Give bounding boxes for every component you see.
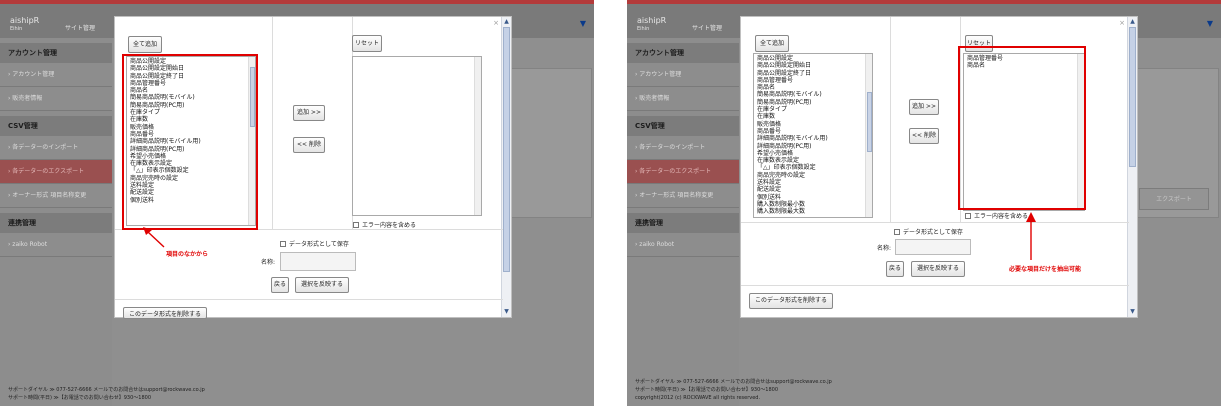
list-scrollbar[interactable] [865, 54, 872, 217]
list-item[interactable]: 購入数制限最大数 [757, 208, 869, 215]
highlight-box [122, 54, 258, 230]
sidebar-item-import[interactable]: › 各データーのインポート [627, 136, 739, 160]
highlight-box [958, 46, 1086, 210]
include-errors-checkbox[interactable]: エラー内容を含める [965, 211, 1028, 220]
dialog-scrollbar[interactable]: ▲ ▼ [1127, 17, 1137, 317]
name-label: 名称: [261, 259, 276, 266]
scroll-up-icon[interactable]: ▲ [1129, 18, 1136, 26]
selected-items [353, 57, 481, 59]
sidebar-section-account: アカウント管理 [627, 43, 739, 63]
save-format-checkbox[interactable]: データ形式として保存 [280, 239, 349, 248]
sidebar: アカウント管理 › アカウント管理 › 販売者情報 CSV管理 › 各データーの… [0, 38, 112, 406]
app-logo: aishipR Eihin [10, 16, 40, 32]
divider [741, 285, 1129, 286]
close-icon[interactable]: × [493, 19, 499, 27]
divider [741, 222, 1129, 223]
scroll-thumb[interactable] [503, 27, 510, 272]
sidebar-item-export[interactable]: › 各データーのエクスポート [627, 160, 739, 184]
footer-support-hours: サポート時間(平日) ≫【お電話でのお問い合わせ】930～1800 [8, 395, 151, 401]
available-items: 商品公開設定 商品公開設定開始日 商品公開設定終了日 商品管理番号 商品名 簡易商品説明(… [754, 54, 872, 217]
screenshot-before: aishipR Eihin サイト管理 ▼ アカウント管理 › アカウント管理 ›… [0, 0, 594, 406]
selected-items-list[interactable] [352, 56, 482, 216]
add-all-button[interactable]: 全て追加 [128, 36, 162, 53]
footer: サポートダイヤル ≫ 077-527-6666 メールでのお問合せはsuppor… [635, 378, 832, 402]
divider [115, 299, 503, 300]
dialog-scrollbar[interactable]: ▲ ▼ [501, 17, 511, 317]
transfer-column [891, 17, 961, 222]
sidebar-item-export[interactable]: › 各データーのエクスポート [0, 160, 112, 184]
close-icon[interactable]: × [1119, 19, 1125, 27]
list-item[interactable]: 「△」印表示個数設定 [757, 164, 869, 171]
annotation-text: 項目のなかから [166, 251, 209, 258]
sidebar-item-zaiko[interactable]: › zaiko Robot [627, 233, 739, 257]
scroll-up-icon[interactable]: ▲ [503, 18, 510, 26]
apply-button[interactable]: 選択を反映する [911, 261, 965, 277]
sidebar-section-csv: CSV管理 [0, 116, 112, 136]
sidebar-item-seller[interactable]: › 販売者情報 [0, 87, 112, 111]
list-item[interactable]: 販売価格 [757, 121, 869, 128]
available-items-list[interactable]: 商品公開設定 商品公開設定開始日 商品公開設定終了日 商品管理番号 商品名 簡易商品説明(… [753, 53, 873, 218]
back-button[interactable]: 戻る [271, 277, 289, 293]
sidebar-item-seller[interactable]: › 販売者情報 [627, 87, 739, 111]
app-logo: aishipR Eihin [637, 16, 667, 32]
list-item[interactable]: 簡易商品説明(モバイル) [757, 91, 869, 98]
list-scrollbar[interactable] [474, 57, 481, 215]
footer-support-dial: サポートダイヤル ≫ 077-527-6666 メールでのお問合せはsuppor… [635, 379, 832, 385]
list-item[interactable]: 商品公開設定開始日 [757, 62, 869, 69]
list-item[interactable]: 簡易商品説明(PC用) [757, 99, 869, 106]
apply-button[interactable]: 選択を反映する [295, 277, 349, 293]
add-all-button[interactable]: 全て追加 [755, 35, 789, 52]
sidebar-item-zaiko[interactable]: › zaiko Robot [0, 233, 112, 257]
sidebar-item-account[interactable]: › アカウント管理 [627, 63, 739, 87]
list-item[interactable]: 個別送料 [757, 194, 869, 201]
scroll-thumb[interactable] [1129, 27, 1136, 167]
scroll-down-icon[interactable]: ▼ [1129, 308, 1136, 316]
footer-copyright: copyright(2012 (c) ROCKWAVE all rights r… [635, 395, 761, 401]
sidebar-item-account[interactable]: › アカウント管理 [0, 63, 112, 87]
sidebar-section-account: アカウント管理 [0, 43, 112, 63]
screenshot-after: aishipR Eihin サイト管理 ▼ アカウント管理 › アカウント管理 ›… [627, 0, 1221, 406]
triangle-down-icon[interactable]: ▼ [1207, 19, 1213, 28]
name-label: 名称: [877, 245, 892, 252]
list-item[interactable]: 商品公開設定終了日 [757, 70, 869, 77]
sidebar: アカウント管理 › アカウント管理 › 販売者情報 CSV管理 › 各データーの… [627, 38, 739, 406]
list-item[interactable]: 詳細商品説明(PC用) [757, 143, 869, 150]
sidebar-section-csv: CSV管理 [627, 116, 739, 136]
annotation-arrow-icon [143, 227, 165, 248]
delete-format-button[interactable]: このデータ形式を削除する [749, 293, 833, 309]
remove-button[interactable]: << 削除 [293, 137, 325, 153]
list-item[interactable]: 詳細商品説明(モバイル用) [757, 135, 869, 142]
remove-button[interactable]: << 削除 [909, 128, 939, 144]
add-button[interactable]: 追加 >> [909, 99, 939, 115]
transfer-column [273, 17, 353, 229]
include-errors-checkbox[interactable]: エラー内容を含める [353, 220, 416, 229]
reset-button[interactable]: リセット [352, 35, 382, 52]
name-input[interactable] [895, 239, 971, 255]
footer-support-dial: サポートダイヤル ≫ 077-527-6666 メールでのお問合せはsuppor… [8, 387, 205, 393]
annotation-arrow-icon [1026, 212, 1036, 260]
footer-support-hours: サポート時間(平日) ≫【お電話でのお問い合わせ】930～1800 [635, 387, 778, 393]
site-manager-link[interactable]: サイト管理 [65, 23, 95, 32]
list-item[interactable]: 商品完売時の設定 [757, 172, 869, 179]
list-item[interactable]: 在庫数 [757, 113, 869, 120]
sidebar-item-owner-format[interactable]: › オーナー形式 項目名称変更 [627, 184, 739, 208]
scroll-down-icon[interactable]: ▼ [503, 308, 510, 316]
back-button[interactable]: 戻る [886, 261, 904, 277]
sidebar-item-import[interactable]: › 各データーのインポート [0, 136, 112, 160]
delete-format-button[interactable]: このデータ形式を削除する [123, 307, 207, 319]
site-manager-link[interactable]: サイト管理 [692, 23, 722, 32]
name-input[interactable] [280, 252, 356, 271]
add-button[interactable]: 追加 >> [293, 105, 325, 121]
annotation-text: 必要な項目だけを抽出可能 [1009, 266, 1082, 273]
triangle-down-icon[interactable]: ▼ [580, 19, 586, 28]
export-button[interactable]: エクスポート [1139, 188, 1209, 210]
list-item[interactable]: 配送設定 [757, 186, 869, 193]
footer: サポートダイヤル ≫ 077-527-6666 メールでのお問合せはsuppor… [8, 386, 205, 402]
sidebar-section-integration: 連携管理 [627, 213, 739, 233]
sidebar-section-integration: 連携管理 [0, 213, 112, 233]
save-format-checkbox[interactable]: データ形式として保存 [894, 227, 963, 236]
sidebar-item-owner-format[interactable]: › オーナー形式 項目名称変更 [0, 184, 112, 208]
